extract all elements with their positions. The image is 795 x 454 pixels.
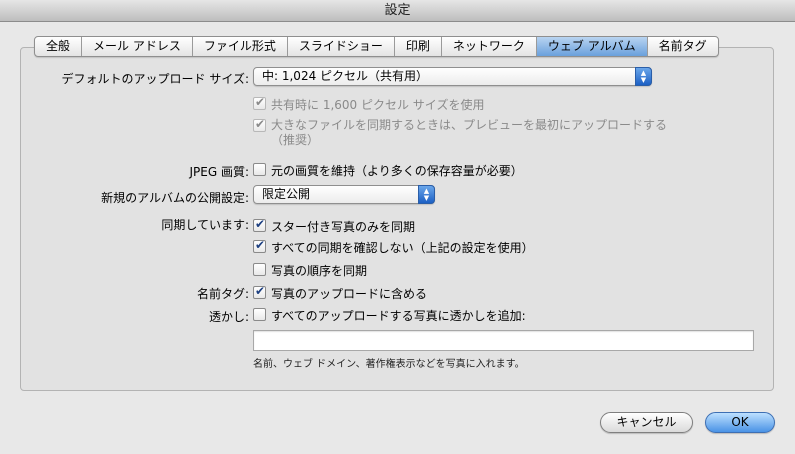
jpeg-row[interactable]: 元の画質を維持（より多くの保存容量が必要） <box>253 162 523 179</box>
name-tags-row[interactable]: 写真のアップロードに含める <box>253 284 428 302</box>
jpeg-label: JPEG 画質: <box>189 165 249 179</box>
share-1600-row[interactable]: 共有時に 1,600 ピクセル サイズを使用 <box>253 95 485 113</box>
upload-size-popup[interactable]: 中: 1,024 ピクセル（共有用） ▲ ▼ <box>253 67 652 86</box>
jpeg-original-label: 元の画質を維持（より多くの保存容量が必要） <box>271 164 523 178</box>
sync-starred-label: スター付き写真のみを同期 <box>271 220 416 234</box>
share-1600-label: 共有時に 1,600 ピクセル サイズを使用 <box>271 98 485 112</box>
cancel-button[interactable]: キャンセル <box>600 412 693 433</box>
popup-arrows-icon: ▲ ▼ <box>418 185 435 204</box>
tab-network[interactable]: ネットワーク <box>442 37 537 56</box>
tab-email[interactable]: メール アドレス <box>82 37 193 56</box>
jpeg-original-checkbox[interactable] <box>253 163 266 176</box>
ok-button[interactable]: OK <box>705 412 775 433</box>
tab-print[interactable]: 印刷 <box>395 37 442 56</box>
sync-starred-checkbox[interactable] <box>253 217 266 232</box>
preview-first-label: 大きなファイルを同期するときは、プレビューを最初にアップロードする <box>271 118 668 132</box>
watermark-hint: 名前、ウェブ ドメイン、著作権表示などを写真に入れます。 <box>253 359 525 370</box>
album-visibility-popup[interactable]: 限定公開 ▲ ▼ <box>253 185 435 204</box>
sync-order-label: 写真の順序を同期 <box>271 264 368 278</box>
sync-no-confirm-label: すべての同期を確認しない（上記の設定を使用） <box>271 241 534 255</box>
sync-no-confirm-row[interactable]: すべての同期を確認しない（上記の設定を使用） <box>253 238 534 256</box>
album-visibility-label: 新規のアルバムの公開設定: <box>101 191 249 205</box>
name-tags-label: 名前タグ: <box>196 287 249 301</box>
name-tags-option-label: 写真のアップロードに含める <box>271 287 428 301</box>
tab-bar: 全般 メール アドレス ファイル形式 スライドショー 印刷 ネットワーク ウェブ… <box>34 36 719 57</box>
tab-web-albums[interactable]: ウェブ アルバム <box>536 37 648 56</box>
tab-file-types[interactable]: ファイル形式 <box>193 37 288 56</box>
preview-first-row[interactable]: 大きなファイルを同期するときは、プレビューを最初にアップロードする （推奨） <box>253 117 668 148</box>
upload-size-label: デフォルトのアップロード サイズ: <box>61 72 250 86</box>
sync-starred-row[interactable]: スター付き写真のみを同期 <box>253 217 416 235</box>
watermark-label: 透かし: <box>208 310 249 324</box>
album-visibility-value: 限定公開 <box>262 187 311 201</box>
watermark-option-label: すべてのアップロードする写真に透かしを追加: <box>271 309 526 323</box>
tab-general[interactable]: 全般 <box>35 37 83 56</box>
name-tags-checkbox[interactable] <box>253 284 266 299</box>
tab-slideshow[interactable]: スライドショー <box>288 37 395 56</box>
sync-no-confirm-checkbox[interactable] <box>253 238 266 253</box>
tab-name-tags[interactable]: 名前タグ <box>648 37 718 56</box>
share-1600-checkbox[interactable] <box>253 95 266 110</box>
sync-label: 同期しています: <box>161 218 249 232</box>
sync-order-checkbox[interactable] <box>253 263 266 276</box>
window-title: 設定 <box>0 0 795 22</box>
upload-size-value: 中: 1,024 ピクセル（共有用） <box>262 69 429 83</box>
sync-order-row[interactable]: 写真の順序を同期 <box>253 262 367 279</box>
watermark-row[interactable]: すべてのアップロードする写真に透かしを追加: <box>253 307 526 324</box>
popup-arrows-icon: ▲ ▼ <box>635 67 652 86</box>
watermark-checkbox[interactable] <box>253 308 266 321</box>
preview-first-checkbox[interactable] <box>253 117 266 132</box>
watermark-text-field[interactable] <box>253 330 754 351</box>
preview-first-label-note: （推奨） <box>271 133 320 147</box>
